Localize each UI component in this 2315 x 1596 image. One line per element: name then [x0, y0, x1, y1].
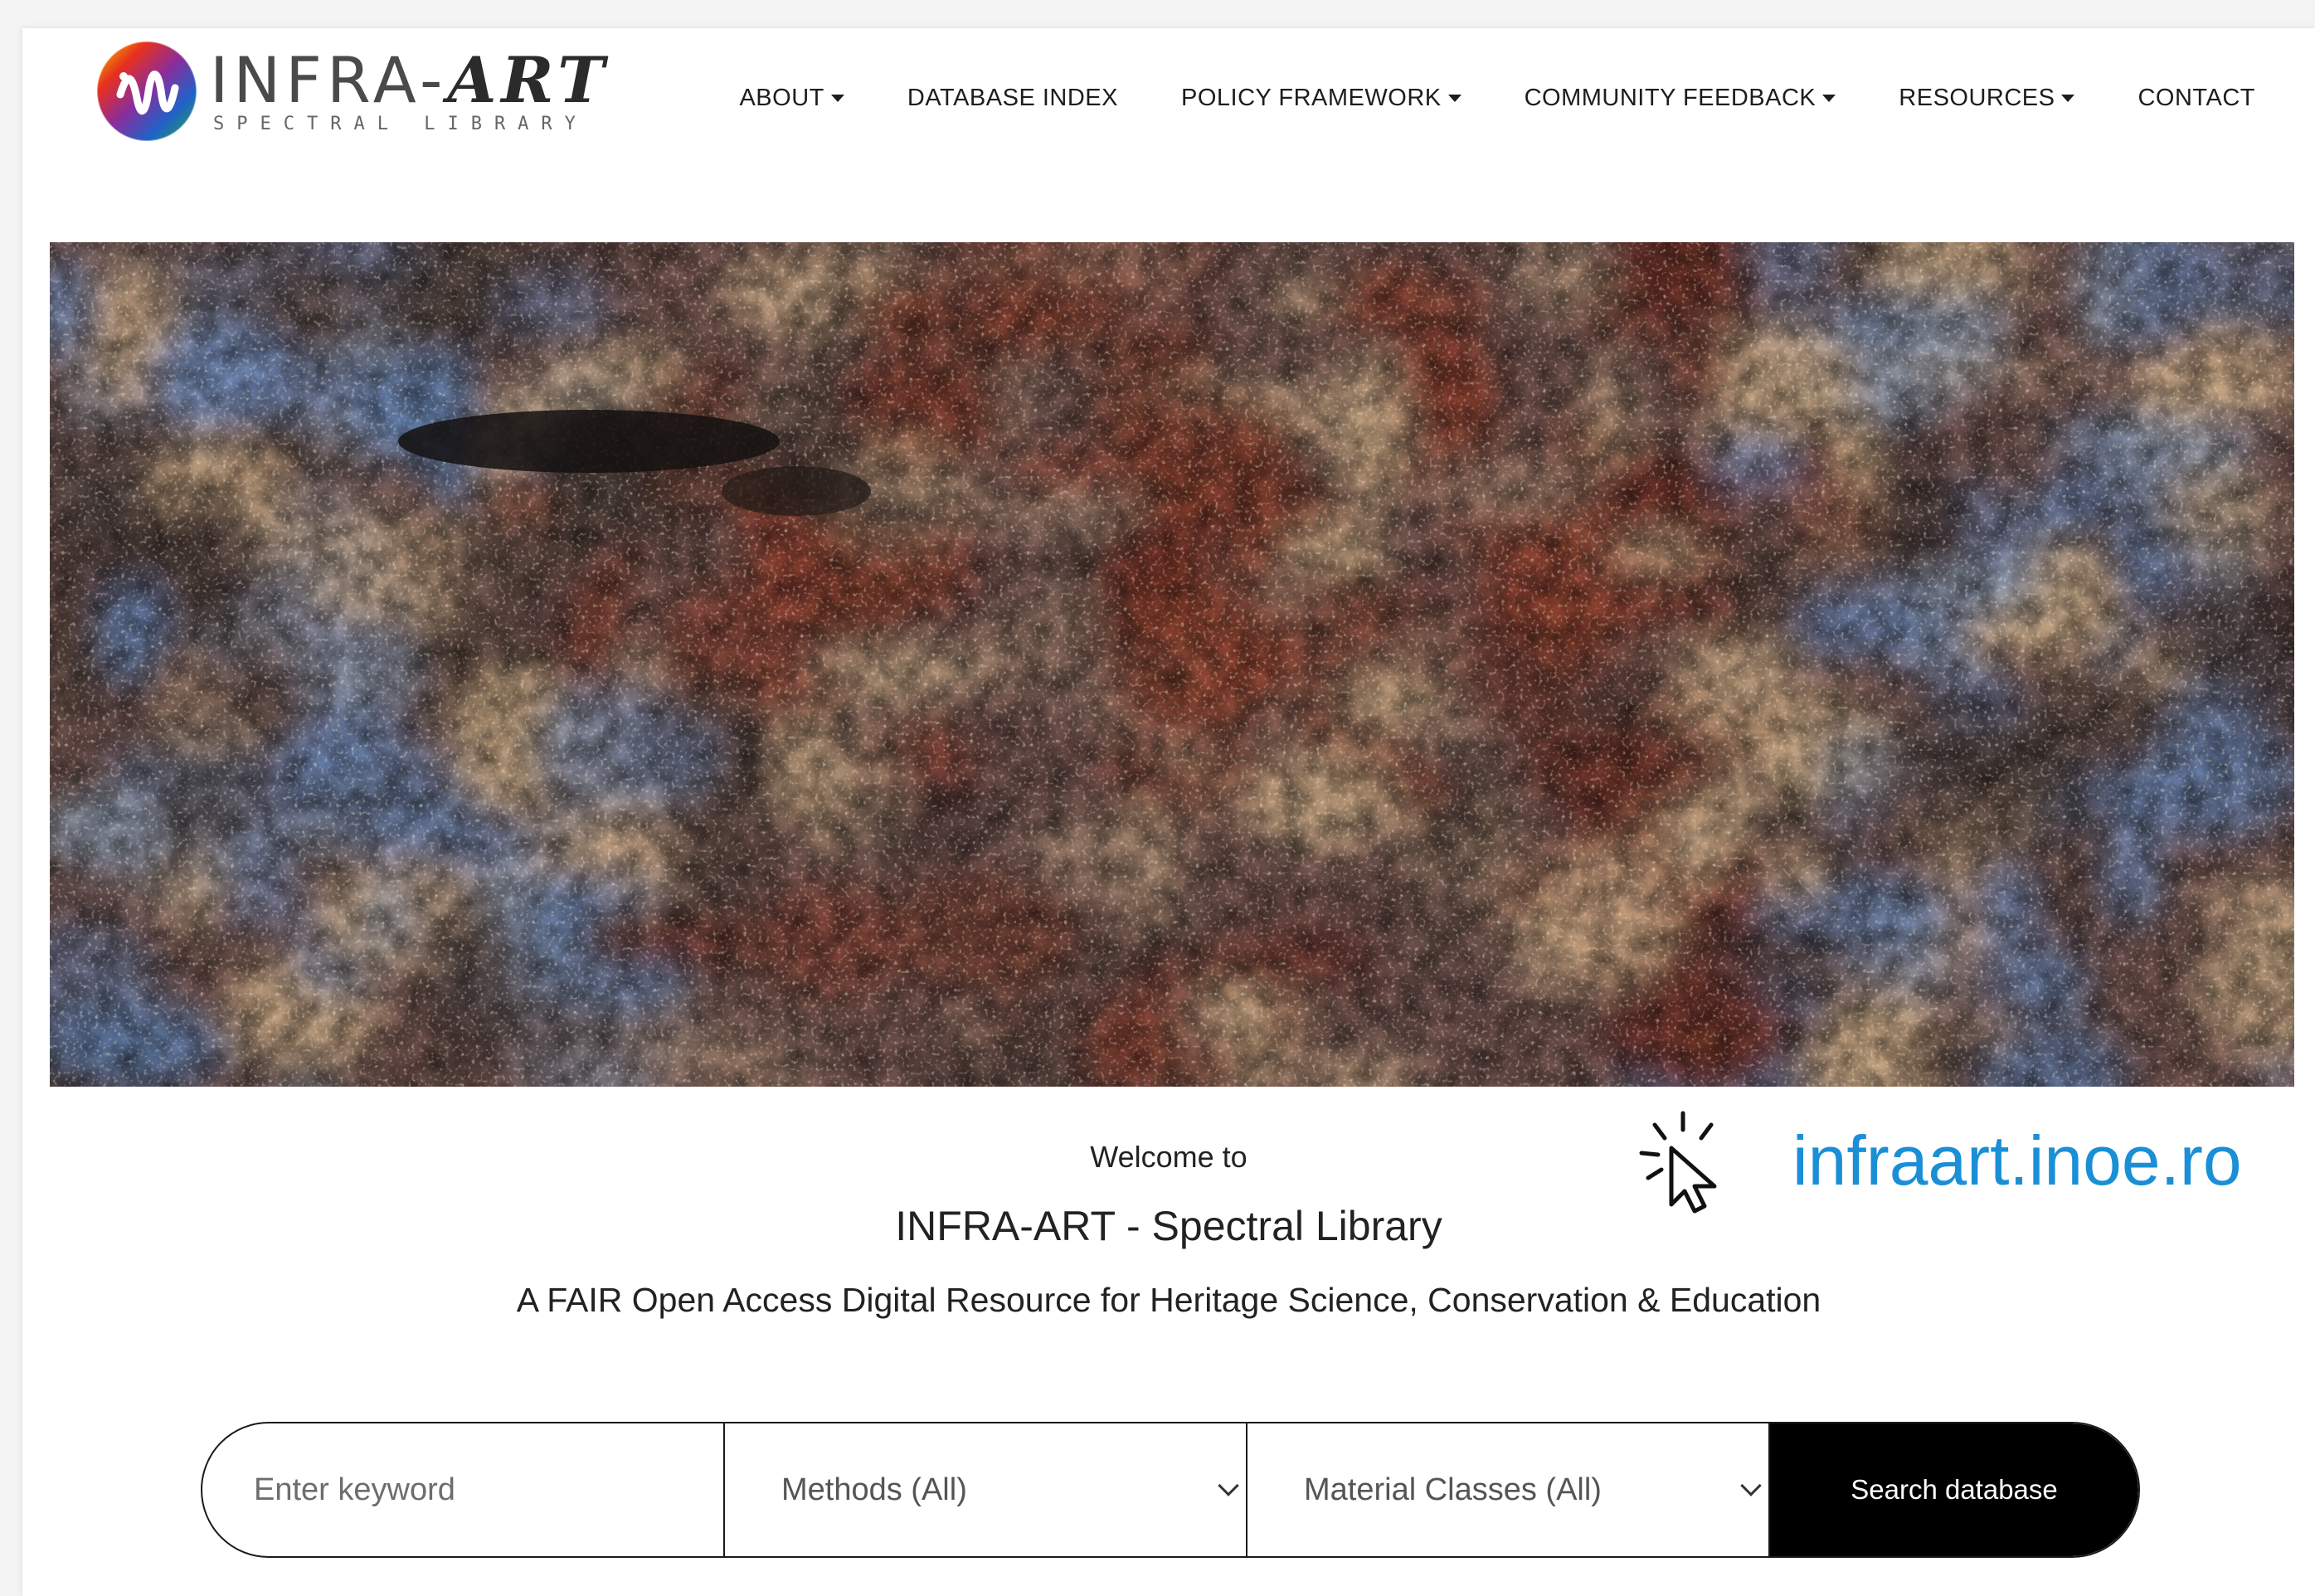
site-tagline: A FAIR Open Access Digital Resource for … [516, 1281, 1821, 1319]
logo-subtitle: SPECTRAL LIBRARY [213, 113, 588, 134]
keyword-segment [202, 1423, 725, 1556]
nav-database-index[interactable]: DATABASE INDEX [907, 85, 1118, 112]
nav-contact[interactable]: CONTACT [2137, 85, 2255, 112]
search-bar: Methods (All) Material Classes (All) Sea… [201, 1422, 2140, 1558]
site-url-text[interactable]: infraart.inoe.ro [1792, 1121, 2242, 1201]
click-cursor-icon [1639, 1111, 1717, 1214]
search-database-button[interactable]: Search database [1770, 1423, 2138, 1556]
nav-about[interactable]: ABOUT [739, 85, 844, 112]
chevron-down-icon [1218, 1475, 1239, 1496]
nav-resources[interactable]: RESOURCES [1899, 85, 2075, 112]
caret-down-icon [2061, 95, 2075, 102]
caret-down-icon [1447, 95, 1461, 102]
keyword-input[interactable] [202, 1423, 723, 1556]
material-classes-select-value: Material Classes (All) [1304, 1472, 1602, 1507]
rainbow-logo-icon [96, 41, 197, 142]
caret-down-icon [830, 95, 844, 102]
material-classes-select[interactable]: Material Classes (All) [1247, 1423, 1770, 1556]
chevron-down-icon [1740, 1475, 1762, 1496]
main-nav: ABOUT DATABASE INDEX POLICY FRAMEWORK CO… [739, 85, 2255, 112]
caret-down-icon [1822, 95, 1836, 102]
methods-select-value: Methods (All) [781, 1472, 967, 1507]
hero-image [50, 242, 2294, 1087]
page: INFRA-ART SPECTRAL LIBRARY ABOUT DATABAS… [22, 28, 2315, 1596]
methods-select[interactable]: Methods (All) [725, 1423, 1247, 1556]
nav-community-feedback[interactable]: COMMUNITY FEEDBACK [1525, 85, 1836, 112]
site-logo[interactable]: INFRA-ART SPECTRAL LIBRARY [95, 40, 610, 143]
url-callout: infraart.inoe.ro [1630, 1107, 2242, 1214]
nav-policy-framework[interactable]: POLICY FRAMEWORK [1181, 85, 1461, 112]
logo-wordmark: INFRA-ART [210, 42, 610, 117]
